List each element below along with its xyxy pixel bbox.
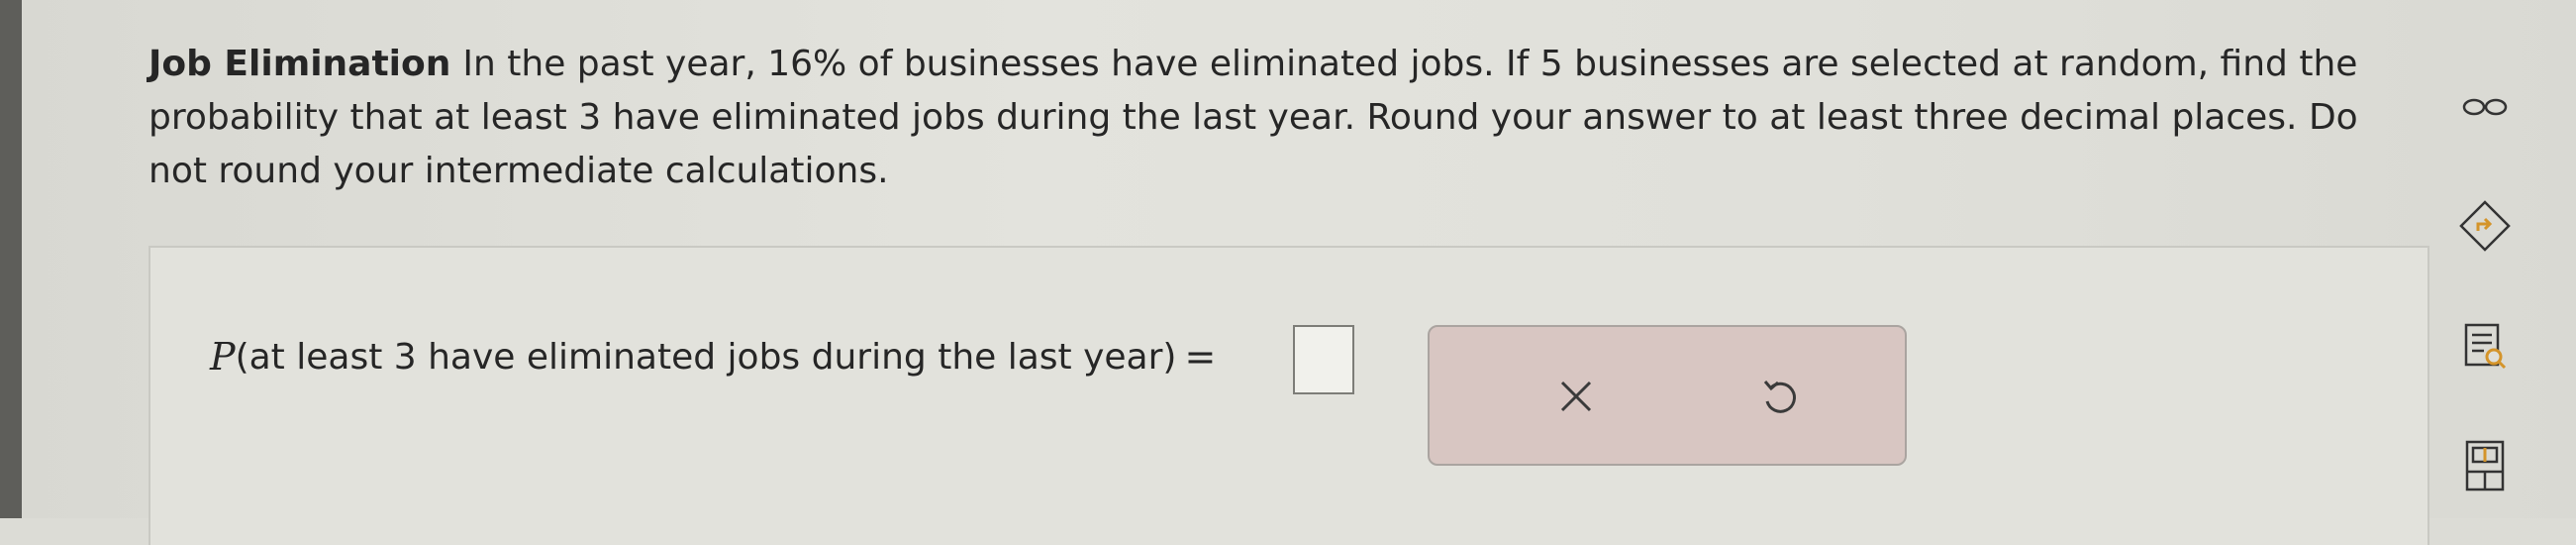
probability-expression: P (at least 3 have eliminated jobs during… xyxy=(210,335,1216,379)
question-title: Job Elimination xyxy=(149,44,451,84)
action-box xyxy=(1428,325,1907,466)
probability-symbol: P xyxy=(210,335,236,379)
infinity-icon[interactable] xyxy=(2455,77,2515,137)
question-text: Job Elimination In the past year, 16% of … xyxy=(149,38,2406,198)
calculator-icon[interactable] xyxy=(2455,436,2515,495)
equals-sign: = xyxy=(1184,335,1217,379)
page-background: Job Elimination In the past year, 16% of … xyxy=(0,0,2576,545)
undo-button[interactable] xyxy=(1740,357,1820,436)
probability-event-text: (at least 3 have eliminated jobs during … xyxy=(235,336,1177,378)
close-icon xyxy=(1560,381,1592,412)
list-search-icon[interactable] xyxy=(2455,317,2515,377)
answer-input[interactable] xyxy=(1293,325,1354,394)
question-body: In the past year, 16% of businesses have… xyxy=(149,44,2358,191)
direction-sign-icon[interactable] xyxy=(2455,196,2515,256)
left-edge-strip xyxy=(0,0,22,518)
answer-panel xyxy=(149,246,2429,545)
undo-icon xyxy=(1763,381,1796,413)
clear-button[interactable] xyxy=(1536,357,1616,436)
